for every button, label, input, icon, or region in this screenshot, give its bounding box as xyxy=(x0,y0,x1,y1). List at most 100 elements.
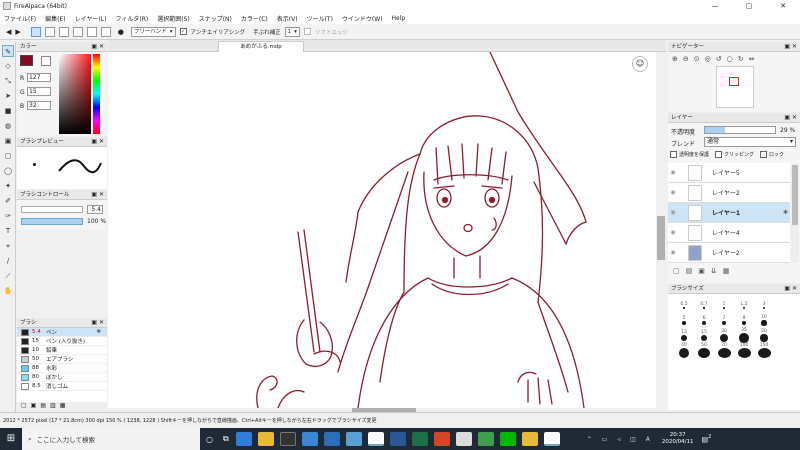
brush-size-cell[interactable]: 5 xyxy=(674,313,694,328)
gear-icon[interactable]: ✱ xyxy=(96,329,101,335)
blend-select[interactable]: 通常 ▾ xyxy=(704,137,796,147)
excel-icon[interactable] xyxy=(411,432,428,446)
gradient-tool-icon[interactable]: ▣ xyxy=(2,135,14,147)
hand-tool-icon[interactable]: ✋ xyxy=(2,285,14,297)
panel-close-icon[interactable]: ▣ ✕ xyxy=(91,137,104,147)
fill-rect-tool-icon[interactable]: ■ xyxy=(2,105,14,117)
bucket-tool-icon[interactable]: ◍ xyxy=(2,120,14,132)
lock-checkbox[interactable] xyxy=(760,151,768,158)
add-brush-icon[interactable]: ▢ xyxy=(21,402,27,412)
text-tool-icon[interactable]: T xyxy=(2,225,14,237)
explorer-icon[interactable] xyxy=(257,432,274,446)
primary-color-swatch[interactable] xyxy=(20,55,33,66)
brush-size-value[interactable]: 5.4 xyxy=(87,205,103,214)
brush-size-slider[interactable] xyxy=(21,206,83,213)
clock[interactable]: 20:37 2020/04/11 xyxy=(662,432,694,446)
brush-size-cell[interactable]: 15 xyxy=(694,328,714,343)
eye-icon[interactable]: ◉ xyxy=(668,229,678,236)
rotate-reset-icon[interactable]: ○ xyxy=(727,55,733,63)
brush-size-cell[interactable]: 30 xyxy=(714,328,734,343)
new-layer-icon[interactable]: ▢ xyxy=(673,267,680,279)
menu-file[interactable]: ファイル(F) xyxy=(4,14,36,23)
brush-size-cell[interactable]: 10 xyxy=(754,313,774,328)
delete-layer-icon[interactable]: ▦ xyxy=(723,267,730,279)
firealpaca-icon[interactable] xyxy=(367,432,384,446)
brush-size-cell[interactable]: 0.5 xyxy=(674,298,694,313)
import-brush-icon[interactable]: ▤ xyxy=(40,402,46,412)
zoom-reset-icon[interactable]: ◎ xyxy=(705,55,711,63)
word-icon[interactable] xyxy=(389,432,406,446)
magic-wand-tool-icon[interactable]: ✦ xyxy=(2,180,14,192)
mail-icon[interactable] xyxy=(323,432,340,446)
brush-item-eraser[interactable]: 8.5 消しゴム xyxy=(17,382,107,391)
rotate-left-icon[interactable]: ↺ xyxy=(716,55,722,63)
edge-icon[interactable] xyxy=(235,432,252,446)
store-icon[interactable] xyxy=(301,432,318,446)
layer-row[interactable]: ◉ レイヤー5 xyxy=(668,163,790,183)
layer-row[interactable]: ◉ レイヤー4 xyxy=(668,223,790,243)
layer-row[interactable]: ◉ レイヤー2 xyxy=(668,243,790,263)
duplicate-layer-icon[interactable]: ▣ xyxy=(698,267,705,279)
scrollbar-thumb[interactable] xyxy=(657,216,665,260)
flip-icon[interactable]: ⇔ xyxy=(749,55,755,63)
panel-close-icon[interactable]: ▣ ✕ xyxy=(91,190,104,200)
windows-start-icon[interactable]: ⊞ xyxy=(0,428,22,450)
panel-close-icon[interactable]: ▣ ✕ xyxy=(784,42,797,52)
menu-edit[interactable]: 編集(E) xyxy=(45,14,65,23)
select-eraser-tool-icon[interactable]: ✑ xyxy=(2,210,14,222)
layer-scrollbar[interactable] xyxy=(791,163,799,263)
layer-opacity-slider[interactable] xyxy=(704,126,776,134)
brush-mode-ellipse-icon[interactable] xyxy=(86,26,97,37)
clipping-checkbox[interactable] xyxy=(715,151,723,158)
eraser-tool-icon[interactable]: ◇ xyxy=(2,60,14,72)
rotate-right-icon[interactable]: ↻ xyxy=(738,55,744,63)
g-input[interactable]: 15 xyxy=(27,87,51,96)
zoom-out-icon[interactable]: ⊖ xyxy=(683,55,689,63)
lasso-tool-icon[interactable]: ◯ xyxy=(2,165,14,177)
menu-window[interactable]: ウインドウ(W) xyxy=(342,14,383,23)
zoom-fit-icon[interactable]: ⊙ xyxy=(694,55,700,63)
menu-color[interactable]: カラー(C) xyxy=(241,14,268,23)
select-pen-tool-icon[interactable]: ✐ xyxy=(2,195,14,207)
brush-opacity-slider[interactable] xyxy=(21,218,83,225)
brush-size-cell[interactable]: 6 xyxy=(694,313,714,328)
eye-icon[interactable]: ◉ xyxy=(668,169,678,176)
panel-close-icon[interactable]: ▣ ✕ xyxy=(784,113,797,123)
brush-size-cell[interactable]: 40 xyxy=(674,343,694,358)
eye-icon[interactable]: ◉ xyxy=(668,209,678,216)
menu-layer[interactable]: レイヤー(L) xyxy=(75,14,107,23)
brush-size-cell[interactable]: 7 xyxy=(714,313,734,328)
brush-size-cell[interactable]: 3 xyxy=(754,298,774,313)
brush-item-watercolor[interactable]: 88 水彩 xyxy=(17,364,107,373)
chrome-icon[interactable] xyxy=(477,432,494,446)
r-input[interactable]: 127 xyxy=(27,73,51,82)
brush-item-pen[interactable]: 5.4 ペン ✱ xyxy=(17,328,107,337)
folder-icon[interactable]: ▥ xyxy=(50,402,56,412)
menu-view[interactable]: 表示(V) xyxy=(277,14,298,23)
mode-select[interactable]: フリーハンド ▾ xyxy=(130,26,176,37)
terminal-icon[interactable] xyxy=(279,432,296,446)
panel-close-icon[interactable]: ▣ ✕ xyxy=(91,42,104,52)
brush-size-cell[interactable]: 20 xyxy=(754,328,774,343)
eyedropper-tool-icon[interactable]: ⟋ xyxy=(2,270,14,282)
select-tool-icon[interactable]: ▢ xyxy=(2,150,14,162)
brush-size-cell[interactable]: 8 xyxy=(734,313,754,328)
stabilizer-select[interactable]: 1 ▾ xyxy=(284,26,300,37)
menu-tool[interactable]: ツール(T) xyxy=(307,14,333,23)
brush-item-airbrush[interactable]: 50 エアブラシ xyxy=(17,355,107,364)
taskbar-search[interactable]: ⌕ ここに入力して検索 xyxy=(22,428,200,450)
photos-icon[interactable] xyxy=(345,432,362,446)
navigator-viewport-box[interactable] xyxy=(729,77,739,86)
panel-close-icon[interactable]: ▣ ✕ xyxy=(784,284,797,294)
brush-mode-grid-icon[interactable] xyxy=(58,26,69,37)
brush-size-cell[interactable]: 35 xyxy=(734,328,754,343)
notification-icon[interactable]: ▤2 xyxy=(702,434,712,443)
secondary-color-swatch[interactable] xyxy=(41,56,51,66)
canvas-vertical-scrollbar[interactable] xyxy=(656,52,666,408)
zoom-in-icon[interactable]: ⊕ xyxy=(672,55,678,63)
dotted-tool-icon[interactable]: ∕ xyxy=(2,255,14,267)
close-button[interactable]: ✕ xyxy=(766,0,800,12)
panel-close-icon[interactable]: ▣ ✕ xyxy=(91,318,104,328)
brush-size-cell[interactable]: 0.7 xyxy=(694,298,714,313)
powerpoint-icon[interactable] xyxy=(433,432,450,446)
